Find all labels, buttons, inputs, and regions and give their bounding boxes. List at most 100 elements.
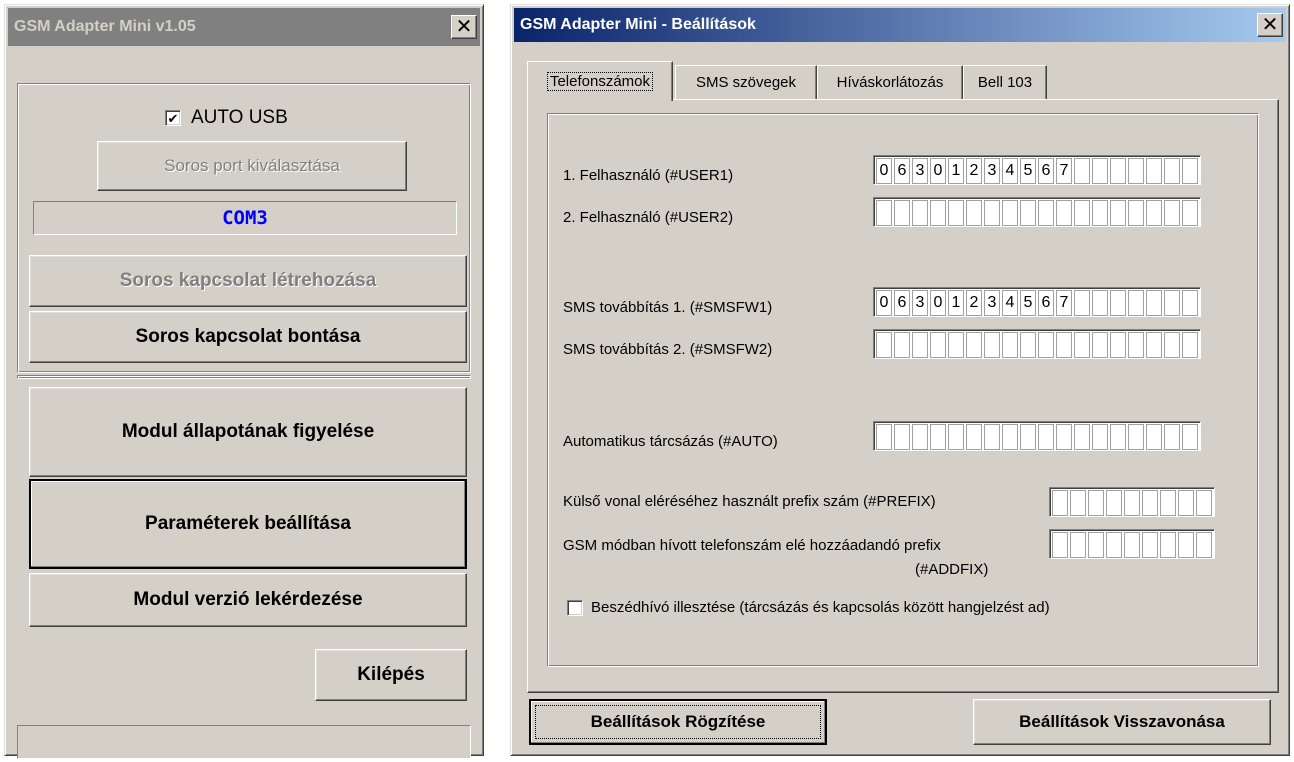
exit-button[interactable]: Kilépés [315,649,467,701]
digit-cell[interactable] [1038,424,1054,450]
digit-cell[interactable]: 3 [912,290,928,316]
digit-cell[interactable] [930,200,946,226]
digit-cell[interactable]: 0 [930,290,946,316]
digit-cell[interactable] [1074,290,1090,316]
digit-cell[interactable] [1164,424,1180,450]
digit-cell[interactable] [1092,200,1108,226]
smsfw1-input[interactable]: 06301234567 [873,287,1201,317]
digit-cell[interactable] [1142,490,1158,516]
digit-cell[interactable] [1182,332,1198,358]
digit-cell[interactable]: 7 [1056,290,1072,316]
close-icon[interactable]: ✕ [451,15,477,39]
digit-cell[interactable] [966,424,982,450]
digit-cell[interactable] [1052,490,1068,516]
digit-cell[interactable]: 0 [876,290,892,316]
digit-cell[interactable] [948,424,964,450]
digit-cell[interactable] [1124,532,1140,558]
digit-cell[interactable]: 6 [1038,158,1054,184]
digit-cell[interactable] [1164,332,1180,358]
digit-cell[interactable] [1164,290,1180,316]
digit-cell[interactable] [1128,158,1144,184]
digit-cell[interactable] [966,200,982,226]
digit-cell[interactable] [1088,532,1104,558]
digit-cell[interactable] [1146,424,1162,450]
select-port-button[interactable]: Soros port kiválasztása [97,141,407,191]
digit-cell[interactable] [1196,532,1212,558]
digit-cell[interactable] [1056,332,1072,358]
digit-cell[interactable] [1178,490,1194,516]
digit-cell[interactable] [1074,158,1090,184]
digit-cell[interactable] [1182,290,1198,316]
digit-cell[interactable]: 5 [1020,290,1036,316]
digit-cell[interactable] [1020,332,1036,358]
digit-cell[interactable] [930,332,946,358]
digit-cell[interactable] [984,424,1000,450]
digit-cell[interactable] [1142,532,1158,558]
digit-cell[interactable] [1110,424,1126,450]
digit-cell[interactable] [1128,290,1144,316]
digit-cell[interactable]: 4 [1002,158,1018,184]
digit-cell[interactable] [1020,200,1036,226]
digit-cell[interactable] [1052,532,1068,558]
digit-cell[interactable] [984,332,1000,358]
user2-input[interactable] [873,197,1201,227]
digit-cell[interactable] [1128,424,1144,450]
digit-cell[interactable] [930,424,946,450]
digit-cell[interactable] [1110,332,1126,358]
prefix-input[interactable] [1049,487,1215,517]
digit-cell[interactable] [876,424,892,450]
addfix-input[interactable] [1049,529,1215,559]
digit-cell[interactable] [1038,332,1054,358]
digit-cell[interactable] [912,200,928,226]
digit-cell[interactable] [1002,424,1018,450]
digit-cell[interactable] [1106,490,1122,516]
connect-button[interactable]: Soros kapcsolat létrehozása [29,255,467,307]
digit-cell[interactable] [1178,532,1194,558]
digit-cell[interactable] [1074,200,1090,226]
digit-cell[interactable] [1092,424,1108,450]
speech-check-icon[interactable] [567,599,583,616]
digit-cell[interactable]: 3 [984,290,1000,316]
digit-cell[interactable] [1182,424,1198,450]
digit-cell[interactable] [1092,290,1108,316]
digit-cell[interactable] [1038,200,1054,226]
version-button[interactable]: Modul verzió lekérdezése [29,573,467,627]
params-button[interactable]: Paraméterek beállítása [29,479,467,569]
disconnect-button[interactable]: Soros kapcsolat bontása [29,311,467,363]
digit-cell[interactable] [912,424,928,450]
digit-cell[interactable] [1070,490,1086,516]
digit-cell[interactable]: 0 [930,158,946,184]
digit-cell[interactable] [1092,332,1108,358]
digit-cell[interactable]: 7 [1056,158,1072,184]
digit-cell[interactable] [1106,532,1122,558]
digit-cell[interactable] [948,332,964,358]
digit-cell[interactable] [1124,490,1140,516]
digit-cell[interactable] [1110,158,1126,184]
digit-cell[interactable] [1056,200,1072,226]
digit-cell[interactable] [1002,200,1018,226]
digit-cell[interactable] [1128,200,1144,226]
digit-cell[interactable] [912,332,928,358]
save-settings-button[interactable]: Beállítások Rögzítése [529,699,827,745]
digit-cell[interactable] [1092,158,1108,184]
tab-sms-szovegek[interactable]: SMS szövegek [675,65,817,99]
digit-cell[interactable] [894,200,910,226]
revert-settings-button[interactable]: Beállítások Visszavonása [973,699,1271,745]
digit-cell[interactable] [1160,532,1176,558]
smsfw2-input[interactable] [873,329,1201,359]
digit-cell[interactable]: 2 [966,158,982,184]
digit-cell[interactable]: 0 [876,158,892,184]
digit-cell[interactable] [1146,290,1162,316]
auto-input[interactable] [873,421,1201,451]
digit-cell[interactable]: 6 [894,290,910,316]
digit-cell[interactable] [1146,158,1162,184]
digit-cell[interactable] [1110,200,1126,226]
digit-cell[interactable]: 1 [948,290,964,316]
digit-cell[interactable] [1164,158,1180,184]
auto-usb-check-icon[interactable]: ✔ [165,110,181,126]
tab-bell-103[interactable]: Bell 103 [963,65,1047,99]
digit-cell[interactable] [876,200,892,226]
digit-cell[interactable] [1074,332,1090,358]
digit-cell[interactable] [1056,424,1072,450]
monitor-button[interactable]: Modul állapotának figyelése [29,387,467,477]
